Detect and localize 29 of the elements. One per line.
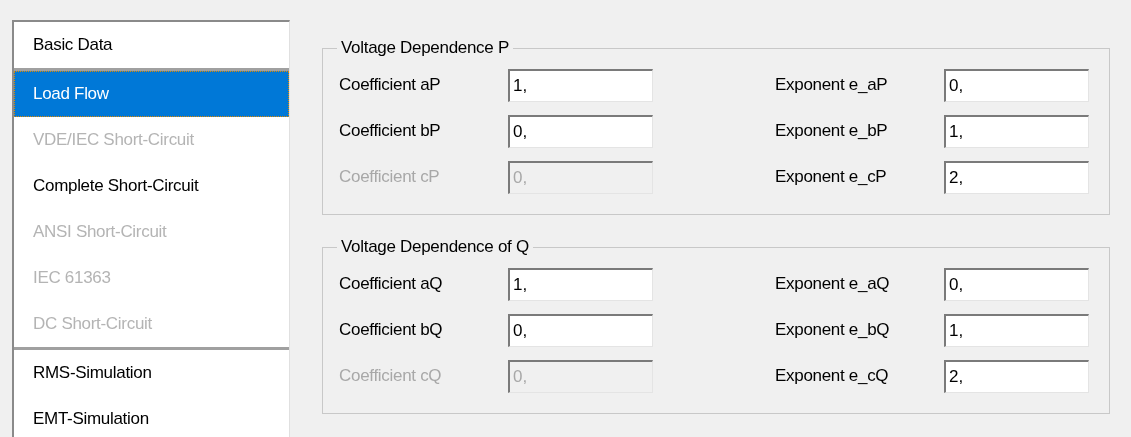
field-label: Exponent e_cP xyxy=(775,167,888,187)
field-label: Exponent e_aQ xyxy=(775,274,891,294)
field-label: Coefficient aP xyxy=(339,75,442,95)
input-field[interactable]: 0, xyxy=(508,114,653,148)
input-field[interactable]: 1, xyxy=(508,68,653,102)
list-item[interactable]: RMS-Simulation xyxy=(14,350,289,396)
input-field[interactable]: 1, xyxy=(508,267,653,301)
list-item[interactable]: Load Flow xyxy=(14,71,289,117)
field-label: Exponent e_aP xyxy=(775,75,889,95)
input-field[interactable]: 0, xyxy=(944,267,1089,301)
input-field[interactable]: 0, xyxy=(944,68,1089,102)
list-item[interactable]: Complete Short-Circuit xyxy=(14,163,289,209)
input-field[interactable]: 0, xyxy=(508,313,653,347)
field-label: Coefficient cQ xyxy=(339,366,443,386)
field-label: Exponent e_bQ xyxy=(775,320,891,340)
field-label: Coefficient bP xyxy=(339,121,442,141)
group-title: Voltage Dependence of Q xyxy=(340,237,530,257)
field-label: Coefficient aQ xyxy=(339,274,444,294)
input-field[interactable]: 1, xyxy=(944,114,1089,148)
input-field[interactable]: 1, xyxy=(944,313,1089,347)
list-item[interactable]: EMT-Simulation xyxy=(14,396,289,437)
list-item[interactable]: Basic Data xyxy=(14,22,289,68)
field-label: Exponent e_cQ xyxy=(775,366,890,386)
field-label: Coefficient cP xyxy=(339,167,441,187)
input-field[interactable]: 2, xyxy=(944,160,1089,194)
field-label: Coefficient bQ xyxy=(339,320,444,340)
group-title: Voltage Dependence P xyxy=(340,38,510,58)
input-field[interactable]: 2, xyxy=(944,359,1089,393)
field-label: Exponent e_bP xyxy=(775,121,889,141)
